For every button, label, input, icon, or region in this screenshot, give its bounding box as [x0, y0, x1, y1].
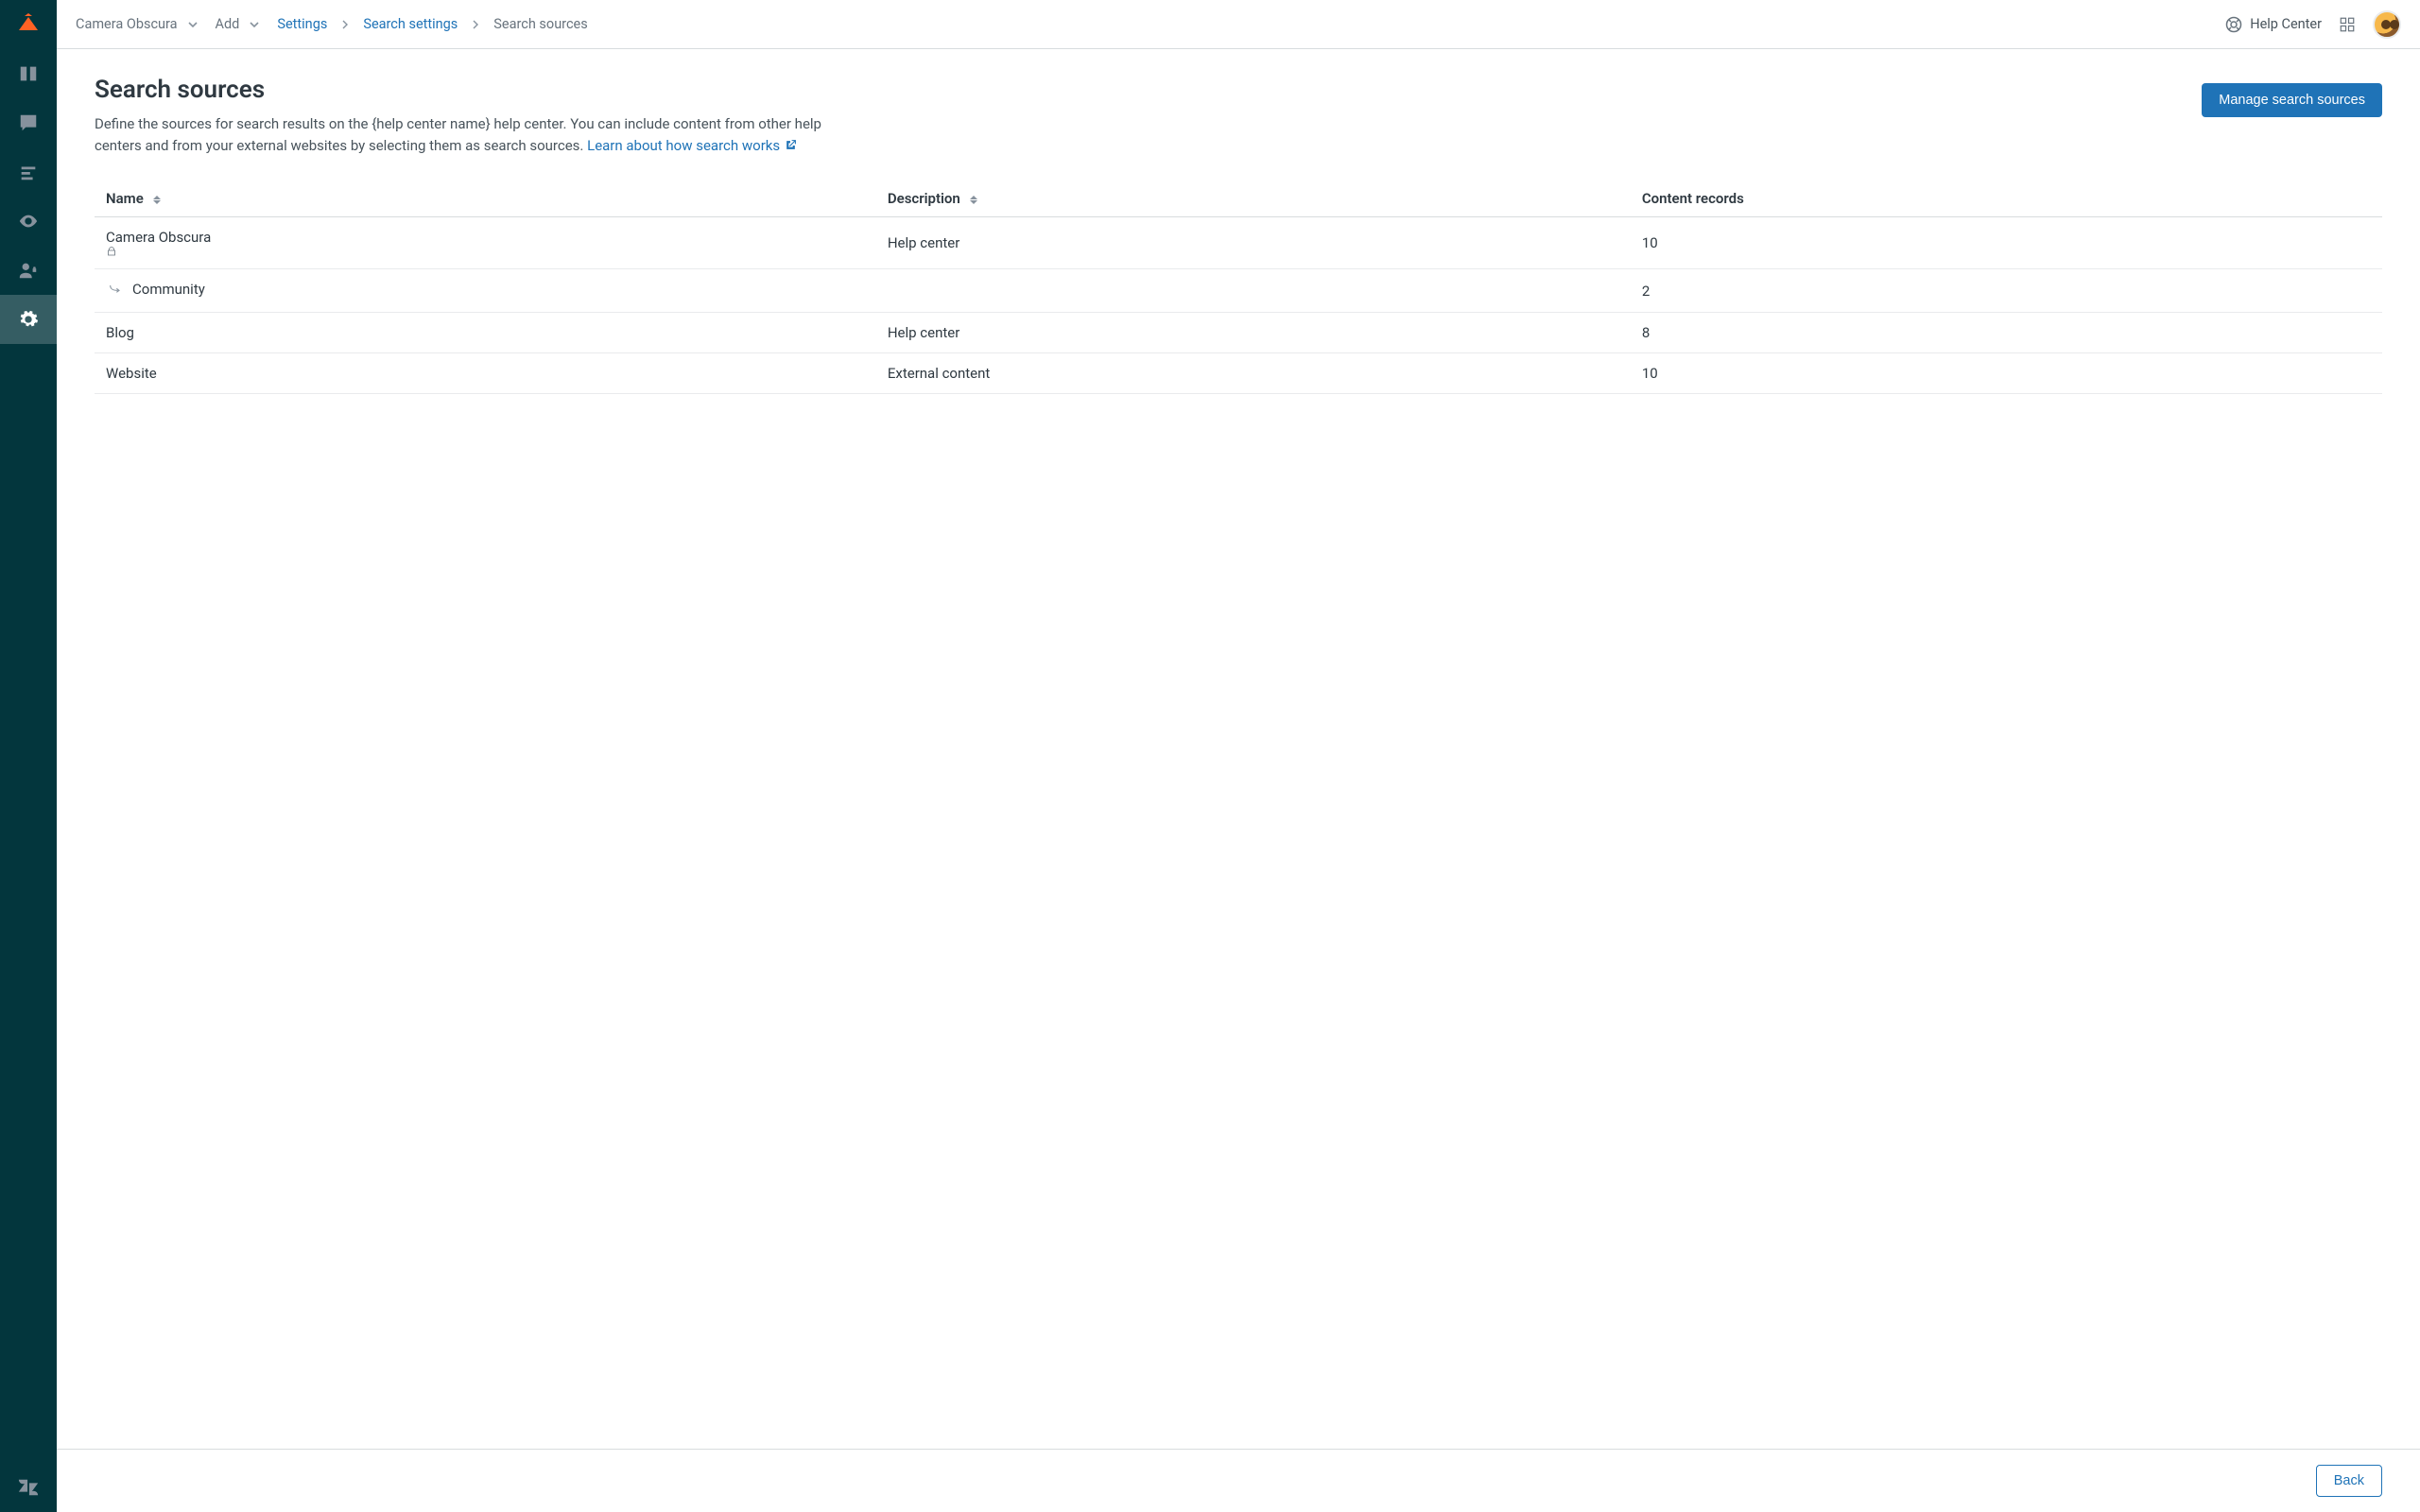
- page-title: Search sources: [95, 76, 870, 104]
- col-name-label: Name: [106, 190, 144, 207]
- row-name: Community: [132, 281, 205, 298]
- gear-icon: [18, 309, 39, 330]
- sidebar-item-settings[interactable]: [0, 295, 57, 344]
- add-label: Add: [216, 16, 240, 32]
- crumb-current: Search sources: [493, 16, 587, 32]
- sidebar-item-preview[interactable]: [0, 197, 57, 246]
- add-dropdown[interactable]: Add: [216, 16, 261, 32]
- lock-icon: [106, 246, 865, 257]
- cell-name: Website: [95, 353, 876, 394]
- content: Search sources Define the sources for se…: [57, 49, 2420, 1449]
- sort-icon: [970, 196, 977, 204]
- cell-records: 10: [1631, 217, 2382, 269]
- cell-records: 8: [1631, 313, 2382, 353]
- sort-icon: [153, 196, 161, 204]
- chat-alert-icon: [18, 112, 39, 133]
- col-records-label: Content records: [1642, 190, 1744, 207]
- workspace-dropdown[interactable]: Camera Obscura: [76, 16, 199, 32]
- cell-description: Help center: [876, 313, 1631, 353]
- learn-link-label: Learn about how search works: [587, 135, 780, 157]
- col-name[interactable]: Name: [95, 180, 876, 217]
- breadcrumb: Settings Search settings Search sources: [277, 16, 587, 32]
- col-description[interactable]: Description: [876, 180, 1631, 217]
- table-row[interactable]: Community 2: [95, 269, 2382, 313]
- manage-search-sources-button[interactable]: Manage search sources: [2202, 83, 2382, 117]
- sources-table: Name Description Content records Camera …: [95, 180, 2382, 394]
- cell-name: Community: [95, 269, 876, 313]
- sidebar-item-users[interactable]: [0, 246, 57, 295]
- workspace-name: Camera Obscura: [76, 16, 178, 32]
- cell-description: [876, 269, 1631, 313]
- learn-link[interactable]: Learn about how search works: [587, 135, 797, 157]
- avatar[interactable]: [2373, 10, 2401, 39]
- home-logo[interactable]: [0, 0, 57, 49]
- row-name: Website: [106, 365, 157, 382]
- row-name: Camera Obscura: [106, 229, 211, 246]
- user-lock-icon: [18, 260, 39, 281]
- chevron-down-icon: [249, 19, 260, 30]
- cell-name: Camera Obscura: [95, 217, 876, 269]
- chevron-right-icon: [471, 20, 480, 29]
- crumb-settings[interactable]: Settings: [277, 16, 327, 32]
- table-row[interactable]: Blog Help center8: [95, 313, 2382, 353]
- main-area: Camera Obscura Add Settings Search setti…: [57, 0, 2420, 1512]
- table-row[interactable]: Camera Obscura Help center10: [95, 217, 2382, 269]
- topbar: Camera Obscura Add Settings Search setti…: [57, 0, 2420, 49]
- external-link-icon: [785, 139, 797, 151]
- row-name: Blog: [106, 324, 134, 341]
- cell-records: 10: [1631, 353, 2382, 394]
- apps-grid-button[interactable]: [2339, 16, 2356, 33]
- cell-description: Help center: [876, 217, 1631, 269]
- lines-icon: [18, 162, 39, 182]
- back-button[interactable]: Back: [2316, 1465, 2382, 1497]
- eye-icon: [18, 211, 39, 232]
- zendesk-icon: [17, 1476, 40, 1499]
- table-row[interactable]: Website External content10: [95, 353, 2382, 394]
- help-center-link[interactable]: Help Center: [2225, 16, 2322, 33]
- sidebar-item-zendesk[interactable]: [0, 1463, 57, 1512]
- chevron-right-icon: [340, 20, 350, 29]
- col-records[interactable]: Content records: [1631, 180, 2382, 217]
- help-center-label: Help Center: [2250, 16, 2322, 32]
- footer: Back: [57, 1449, 2420, 1512]
- cell-description: External content: [876, 353, 1631, 394]
- col-description-label: Description: [888, 190, 960, 207]
- sidebar-item-arrange[interactable]: [0, 147, 57, 197]
- cell-name: Blog: [95, 313, 876, 353]
- crumb-search-settings[interactable]: Search settings: [363, 16, 458, 32]
- grid-icon: [2339, 16, 2356, 33]
- chevron-down-icon: [187, 19, 199, 30]
- sub-arrow-icon: [108, 282, 123, 297]
- sidebar-item-feedback[interactable]: [0, 98, 57, 147]
- cell-records: 2: [1631, 269, 2382, 313]
- app-sidebar: [0, 0, 57, 1512]
- sidebar-item-guide[interactable]: [0, 49, 57, 98]
- triangle-up-icon: [17, 13, 40, 36]
- page-description: Define the sources for search results on…: [95, 113, 870, 156]
- book-icon: [18, 63, 39, 84]
- lifering-icon: [2225, 16, 2242, 33]
